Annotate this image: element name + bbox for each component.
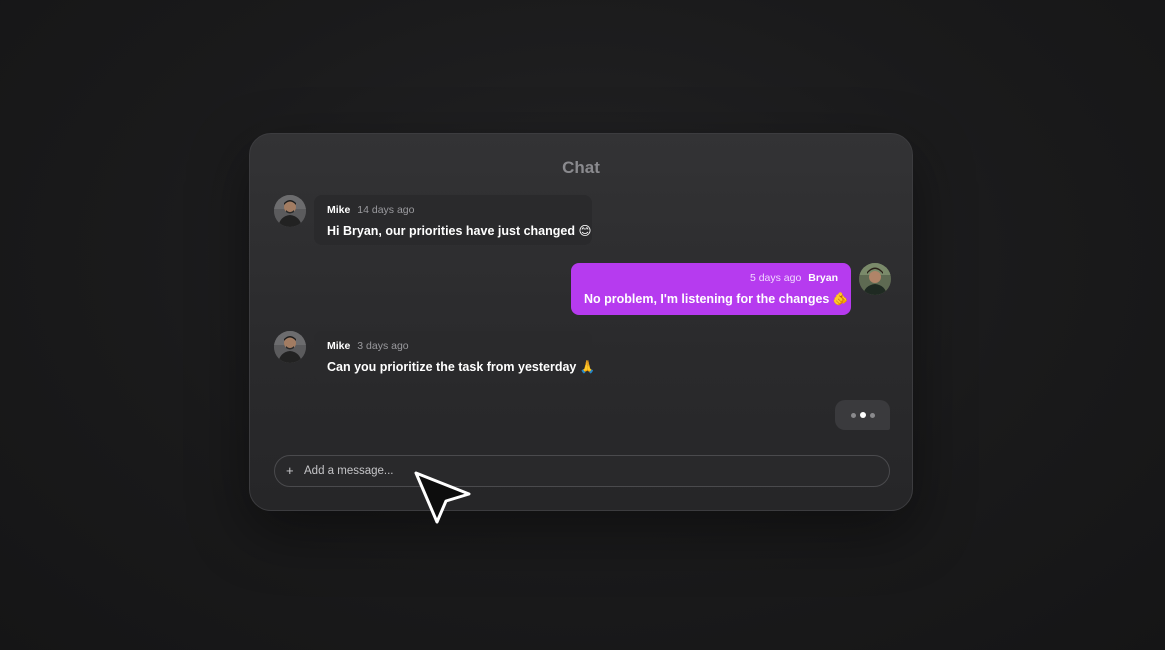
message-text: No problem, I'm listening for the change… <box>584 292 849 306</box>
message-bubble-outgoing: 5 days ago Bryan No problem, I'm listeni… <box>571 263 851 315</box>
message-text: Hi Bryan, our priorities have just chang… <box>327 224 592 238</box>
chat-panel: Chat Mike 14 days ago Hi Bryan, our prio… <box>249 133 913 511</box>
mouse-pointer-icon <box>414 471 471 524</box>
avatar-mike[interactable] <box>274 331 306 363</box>
typing-dot-active <box>860 412 866 418</box>
typing-dot <box>851 413 856 418</box>
avatar-mike-image <box>274 195 306 227</box>
message-input[interactable] <box>304 462 874 480</box>
plus-icon[interactable]: + <box>286 463 294 479</box>
message-time: 5 days ago <box>749 272 802 284</box>
sender-name: Mike <box>327 340 351 352</box>
message-meta: 5 days ago Bryan <box>584 272 838 286</box>
message-meta: Mike 14 days ago <box>327 204 579 218</box>
avatar-bryan[interactable] <box>859 263 891 295</box>
avatar-mike[interactable] <box>274 195 306 227</box>
message-meta: Mike 3 days ago <box>327 340 579 354</box>
message-bubble: Mike 14 days ago Hi Bryan, our prioritie… <box>314 195 592 245</box>
message-composer[interactable]: + <box>274 455 890 487</box>
message-bubble: Mike 3 days ago Can you prioritize the t… <box>314 331 596 382</box>
sender-name: Bryan <box>808 272 838 284</box>
message-time: 3 days ago <box>357 340 409 352</box>
avatar-mike-image <box>274 331 306 363</box>
typing-dot <box>870 413 875 418</box>
message-text: Can you prioritize the task from yesterd… <box>327 360 596 374</box>
sender-name: Mike <box>327 204 351 216</box>
chat-title: Chat <box>562 158 600 177</box>
typing-indicator <box>835 400 890 430</box>
message-time: 14 days ago <box>357 204 415 216</box>
avatar-bryan-image <box>859 263 891 295</box>
